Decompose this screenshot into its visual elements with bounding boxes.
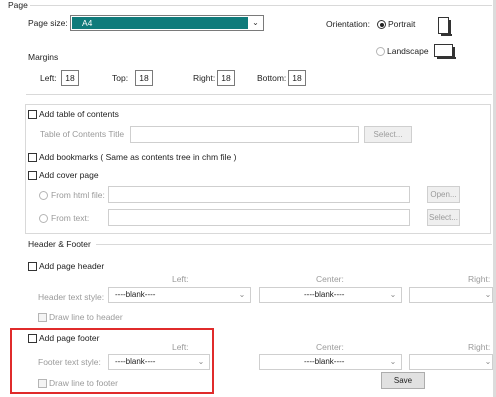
page-size-dropdown[interactable]: A4 ⌄ <box>70 15 264 31</box>
add-cover-label: Add cover page <box>39 170 99 180</box>
header-center-dropdown[interactable]: ----blank---- ⌄ <box>259 287 402 303</box>
margin-right-input[interactable]: 18 <box>217 70 235 86</box>
cover-from-text-label: From text: <box>51 213 90 223</box>
header-left-value: ----blank---- <box>115 290 156 299</box>
cover-from-html-radio[interactable] <box>39 191 48 200</box>
header-text-style-label: Header text style: <box>38 292 105 302</box>
page-group-line <box>30 5 492 6</box>
chevron-down-icon: ⌄ <box>484 357 492 366</box>
portrait-label: Portrait <box>388 19 416 29</box>
page-group-title: Page <box>8 0 28 10</box>
margin-right-label: Right: <box>193 73 216 83</box>
header-footer-group-line <box>96 244 492 245</box>
margins-label: Margins <box>28 52 59 62</box>
add-bookmarks-checkbox[interactable] <box>28 153 37 162</box>
header-center-value: ----blank---- <box>304 290 345 299</box>
cover-open-button[interactable]: Open... <box>427 186 460 203</box>
add-header-label: Add page header <box>39 261 105 271</box>
page-size-label: Page size: <box>28 18 68 28</box>
cover-select-button[interactable]: Select... <box>427 209 460 226</box>
header-left-dropdown[interactable]: ----blank---- ⌄ <box>108 287 251 303</box>
chevron-down-icon: ⌄ <box>389 290 397 299</box>
landscape-label: Landscape <box>387 46 429 56</box>
chevron-down-icon: ⌄ <box>484 290 492 299</box>
margin-top-input[interactable]: 18 <box>135 70 153 86</box>
header-center-column-label: Center: <box>316 274 344 284</box>
page-size-value: A4 <box>72 17 248 29</box>
header-left-column-label: Left: <box>172 274 189 284</box>
margin-left-label: Left: <box>40 73 57 83</box>
toc-select-button[interactable]: Select... <box>364 126 412 143</box>
header-footer-group-title: Header & Footer <box>28 239 91 249</box>
add-bookmarks-label: Add bookmarks ( Same as contents tree in… <box>39 152 237 162</box>
chevron-down-icon: ⌄ <box>389 357 397 366</box>
footer-right-column-label: Right: <box>468 342 491 352</box>
add-header-checkbox[interactable] <box>28 262 37 271</box>
footer-right-dropdown[interactable]: ⌄ <box>409 354 493 370</box>
margin-top-label: Top: <box>112 73 129 83</box>
toc-title-label: Table of Contents Title <box>40 129 125 139</box>
add-toc-label: Add table of contents <box>39 109 119 119</box>
header-right-dropdown[interactable]: ⌄ <box>409 287 493 303</box>
landscape-radio[interactable] <box>376 47 385 56</box>
footer-highlight-box <box>10 328 214 394</box>
chevron-down-icon: ⌄ <box>238 290 246 299</box>
footer-center-column-label: Center: <box>316 342 344 352</box>
portrait-page-icon <box>438 17 452 36</box>
toc-title-input[interactable] <box>130 126 359 143</box>
header-draw-line-label: Draw line to header <box>49 312 123 322</box>
header-draw-line-checkbox[interactable] <box>38 313 47 322</box>
save-button[interactable]: Save <box>381 372 425 389</box>
cover-from-text-radio[interactable] <box>39 214 48 223</box>
landscape-page-icon <box>434 44 456 59</box>
cover-text-input[interactable] <box>108 209 410 226</box>
portrait-radio[interactable] <box>377 20 386 29</box>
margin-left-input[interactable]: 18 <box>61 70 79 86</box>
cover-from-html-label: From html file: <box>51 190 105 200</box>
chevron-down-icon: ⌄ <box>252 18 259 27</box>
footer-center-dropdown[interactable]: ----blank---- ⌄ <box>259 354 402 370</box>
page-group-bottom-line <box>26 94 492 95</box>
margin-bottom-input[interactable]: 18 <box>288 70 306 86</box>
add-toc-checkbox[interactable] <box>28 110 37 119</box>
margin-bottom-label: Bottom: <box>257 73 287 83</box>
footer-center-value: ----blank---- <box>304 357 345 366</box>
cover-html-file-input[interactable] <box>108 186 410 203</box>
header-right-column-label: Right: <box>468 274 491 284</box>
orientation-label: Orientation: <box>326 19 370 29</box>
radio-selected-dot <box>379 22 384 27</box>
add-cover-checkbox[interactable] <box>28 171 37 180</box>
